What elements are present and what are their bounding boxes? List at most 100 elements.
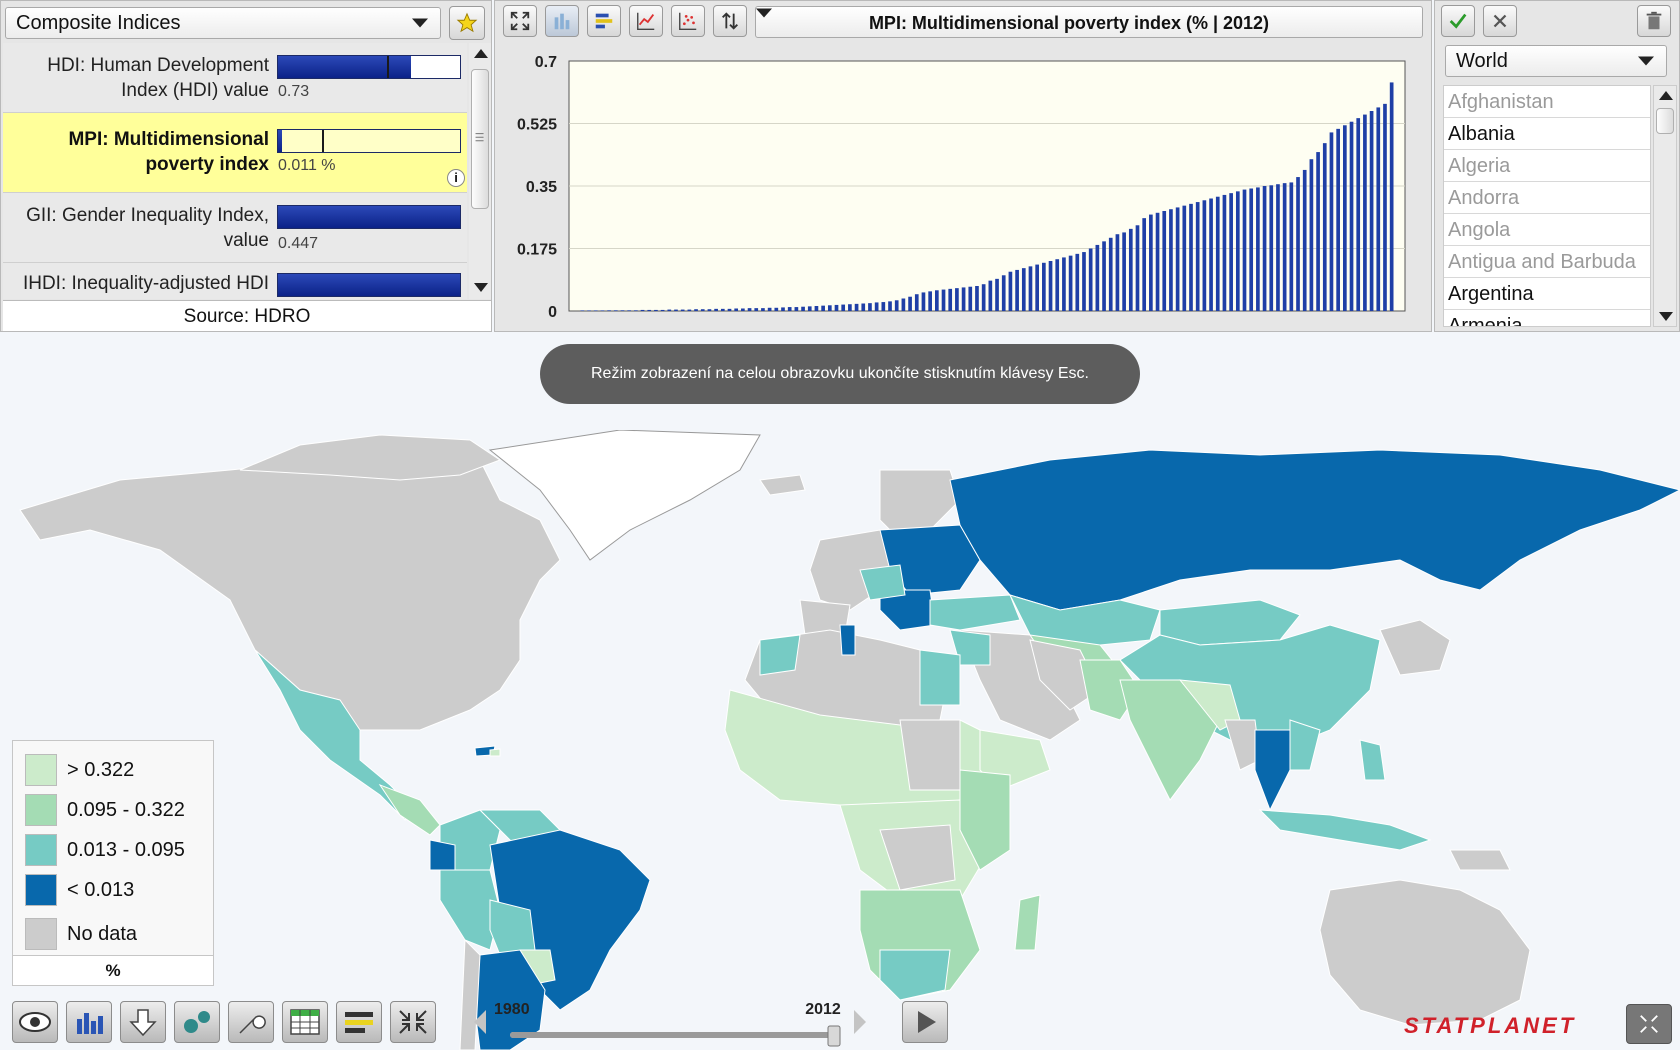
chart-bar (1329, 132, 1334, 311)
info-icon[interactable]: i (447, 169, 465, 187)
scroll-up-icon[interactable] (474, 49, 488, 58)
time-slider[interactable]: 1980 2012 (470, 996, 890, 1050)
chart-bar (1102, 241, 1106, 311)
legend-item[interactable]: > 0.322 (25, 753, 134, 787)
time-handle[interactable] (827, 1025, 841, 1047)
chart-bar (1242, 189, 1247, 311)
play-button[interactable] (902, 1001, 948, 1043)
chart-bar (975, 286, 979, 311)
scroll-up-icon[interactable] (1659, 91, 1673, 100)
indicator-bar (277, 205, 461, 229)
legend-swatch (25, 874, 57, 906)
country-item[interactable]: Antigua and Barbuda (1444, 246, 1650, 278)
scroll-down-icon[interactable] (1659, 312, 1673, 321)
chart-bar (1336, 128, 1340, 311)
map-region-egypt (919, 649, 961, 706)
chart-bar (794, 307, 799, 311)
country-item[interactable]: Afghanistan (1444, 86, 1650, 118)
map-region-australia (1319, 879, 1531, 1026)
table-button[interactable] (282, 1001, 328, 1043)
chart-bar (1235, 191, 1240, 311)
select-all-button[interactable] (1441, 5, 1475, 37)
scroll-thumb[interactable] (1656, 108, 1674, 134)
legend-item[interactable]: < 0.013 (25, 873, 134, 907)
indicator-list: HDI: Human Development Index (HDI) value … (3, 43, 467, 299)
horizontal-bar-button[interactable] (587, 5, 621, 37)
indicator-row-mpi[interactable]: MPI: Multidimensional poverty index 0.011… (3, 113, 467, 193)
region-dropdown[interactable]: World (1445, 45, 1667, 77)
chart-bar (660, 309, 665, 311)
line-chart-button[interactable] (629, 5, 663, 37)
legend-item[interactable]: No data (25, 917, 137, 951)
category-dropdown[interactable]: Composite Indices (5, 7, 441, 39)
settings-button[interactable] (228, 1001, 274, 1043)
country-item[interactable]: Algeria (1444, 150, 1650, 182)
chart-bar (774, 307, 779, 311)
world-map[interactable] (0, 430, 1680, 1050)
bar-chart-button[interactable] (545, 5, 579, 37)
fullscreen-button[interactable] (503, 5, 537, 37)
visibility-button[interactable] (12, 1001, 58, 1043)
chart-toggle-button[interactable] (66, 1001, 112, 1043)
country-item[interactable]: Argentina (1444, 278, 1650, 310)
indicator-row-hdi[interactable]: HDI: Human Development Index (HDI) value … (3, 43, 467, 113)
chart-bar (747, 308, 752, 311)
chart-bar (674, 309, 678, 311)
country-item[interactable]: Albania (1444, 118, 1650, 150)
y-tick-label: 0 (548, 304, 557, 321)
sort-button[interactable] (713, 5, 747, 37)
legend-label: 0.095 - 0.322 (67, 798, 185, 821)
statplanet-logo: STATPLANET (1404, 1013, 1577, 1038)
clear-button[interactable] (1637, 5, 1671, 37)
chart-bar (1155, 212, 1160, 311)
chart-bar (1048, 261, 1053, 311)
chart-bar (1095, 244, 1100, 311)
country-item[interactable]: Andorra (1444, 182, 1650, 214)
chart-bar (1209, 198, 1213, 311)
fullscreen-toggle-button[interactable] (1626, 1004, 1672, 1044)
indicator-bar (277, 55, 461, 79)
deselect-all-button[interactable] (1483, 5, 1517, 37)
chart-bar (1389, 82, 1394, 311)
chart-bar (1008, 271, 1013, 311)
y-tick-label: 0.35 (526, 179, 557, 196)
scatter-plot-button[interactable] (671, 5, 705, 37)
chart-bar (734, 308, 739, 311)
country-item[interactable]: Armenia (1444, 310, 1650, 326)
download-button[interactable] (120, 1001, 166, 1043)
indicator-row-gii[interactable]: GII: Gender Inequality Index, value 0.447 (3, 193, 467, 263)
scroll-thumb[interactable] (471, 69, 489, 209)
map-region-jamaica (489, 748, 501, 757)
bubble-button[interactable] (174, 1001, 220, 1043)
minimize-icon (399, 1010, 427, 1034)
chart-bar (914, 294, 919, 311)
country-scrollbar[interactable] (1653, 85, 1677, 327)
indicator-row-ihdi[interactable]: IHDI: Inequality-adjusted HDI (3, 263, 467, 299)
chart-bar (1195, 202, 1200, 311)
download-icon (129, 1009, 157, 1037)
indicator-bar (277, 129, 461, 153)
chart-bar (580, 310, 585, 311)
time-next-icon[interactable] (854, 1010, 866, 1034)
legend-button[interactable] (336, 1001, 382, 1043)
exit-fullscreen-button[interactable] (390, 1001, 436, 1043)
indicator-scrollbar[interactable] (469, 43, 491, 299)
chart-bar (827, 305, 832, 311)
chart-indicator-dropdown[interactable]: MPI: Multidimensional poverty index (% |… (755, 6, 1423, 38)
country-item[interactable]: Angola (1444, 214, 1650, 246)
legend-item[interactable]: 0.013 - 0.095 (25, 833, 185, 867)
chart-bar (1342, 125, 1347, 312)
chart-bar (1122, 232, 1126, 311)
chart-bar (874, 302, 879, 311)
chart-bar (841, 304, 846, 311)
chart-bar (1128, 228, 1133, 311)
scroll-down-icon[interactable] (474, 283, 488, 292)
map-region-tunisia (839, 624, 856, 656)
favorites-button[interactable] (449, 6, 485, 40)
chart-bar (1316, 152, 1320, 311)
bar-chart-icon (554, 13, 570, 30)
time-end-label: 2012 (805, 1001, 841, 1018)
chart-bar (894, 300, 899, 311)
time-prev-icon[interactable] (474, 1010, 486, 1034)
legend-item[interactable]: 0.095 - 0.322 (25, 793, 185, 827)
